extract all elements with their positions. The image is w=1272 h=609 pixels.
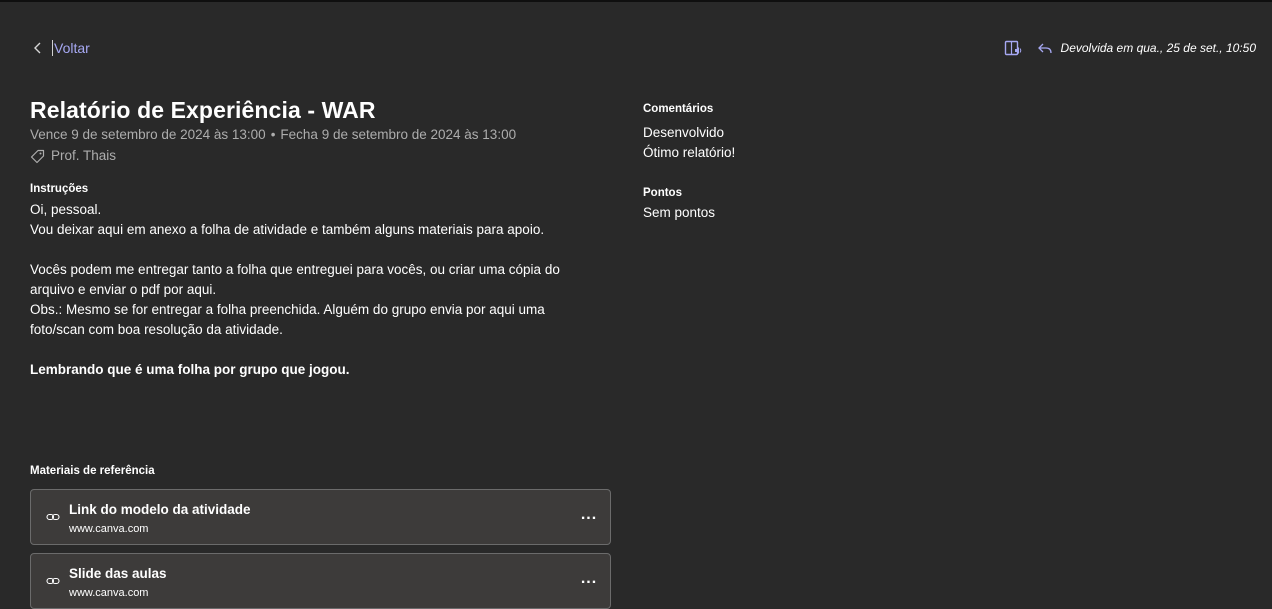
materials-heading: Materiais de referência: [30, 465, 155, 477]
returned-status: Devolvida em qua., 25 de set., 10:50: [1037, 41, 1256, 55]
instruction-line: arquivo e enviar o pdf por aqui.: [30, 282, 217, 297]
window-top-border: [0, 0, 1272, 2]
tag-icon: [30, 149, 45, 163]
instructions-heading: Instruções: [30, 183, 89, 195]
instruction-line: Obs.: Mesmo se for entregar a folha pree…: [30, 302, 545, 317]
back-button[interactable]: Voltar: [32, 38, 90, 58]
due-dates: Vence 9 de setembro de 2024 às 13:00 • Fec…: [30, 126, 612, 144]
points-value: Sem pontos: [643, 205, 716, 220]
comment-text: Desenvolvido: [643, 125, 725, 140]
link-icon: [46, 513, 60, 521]
teacher-tag: Prof. Thais: [30, 147, 612, 165]
instruction-line: [30, 340, 590, 360]
chevron-left-icon: [34, 42, 41, 54]
assignment-details: Relatório de Experiência - WAR Vence 9 d…: [30, 96, 612, 380]
instruction-line: Lembrando que é uma folha por grupo que …: [30, 362, 350, 377]
material-url: www.canva.com: [69, 523, 149, 535]
instructions-body: Oi, pessoal. Vou deixar aqui em anexo a …: [30, 200, 590, 380]
teacher-name: Prof. Thais: [51, 148, 117, 163]
material-card[interactable]: Slide das aulas www.canva.com ...: [30, 553, 611, 609]
instruction-line: Oi, pessoal.: [30, 202, 102, 217]
header-actions: Devolvida em qua., 25 de set., 10:50: [1003, 38, 1256, 58]
instruction-line: Vou deixar aqui em anexo a folha de ativ…: [30, 222, 545, 237]
assignment-title: Relatório de Experiência - WAR: [30, 97, 376, 123]
instruction-line: foto/scan com boa resolução da atividade…: [30, 322, 283, 337]
material-url: www.canva.com: [69, 587, 149, 599]
instruction-line: Vocês podem me entregar tanto a folha qu…: [30, 262, 560, 277]
link-icon: [46, 577, 60, 585]
more-options-button[interactable]: ...: [580, 506, 598, 526]
back-label: Voltar: [52, 40, 90, 56]
date-separator: •: [270, 127, 276, 142]
immersive-reader-icon[interactable]: [1003, 38, 1023, 58]
reply-arrow-icon: [1037, 43, 1052, 54]
points-heading: Pontos: [643, 187, 682, 199]
feedback-panel: Comentários Desenvolvido Ótimo relatório…: [643, 101, 943, 223]
instruction-line: [30, 240, 590, 260]
material-title: Slide das aulas: [69, 566, 167, 581]
due-date: Vence 9 de setembro de 2024 às 13:00: [30, 127, 266, 142]
comment-text: Ótimo relatório!: [643, 145, 736, 160]
comments-heading: Comentários: [643, 103, 714, 115]
returned-label: Devolvida em qua., 25 de set., 10:50: [1060, 41, 1256, 55]
more-options-button[interactable]: ...: [580, 570, 598, 590]
material-card[interactable]: Link do modelo da atividade www.canva.co…: [30, 489, 611, 545]
material-title: Link do modelo da atividade: [69, 502, 251, 517]
close-date: Fecha 9 de setembro de 2024 às 13:00: [280, 127, 517, 142]
